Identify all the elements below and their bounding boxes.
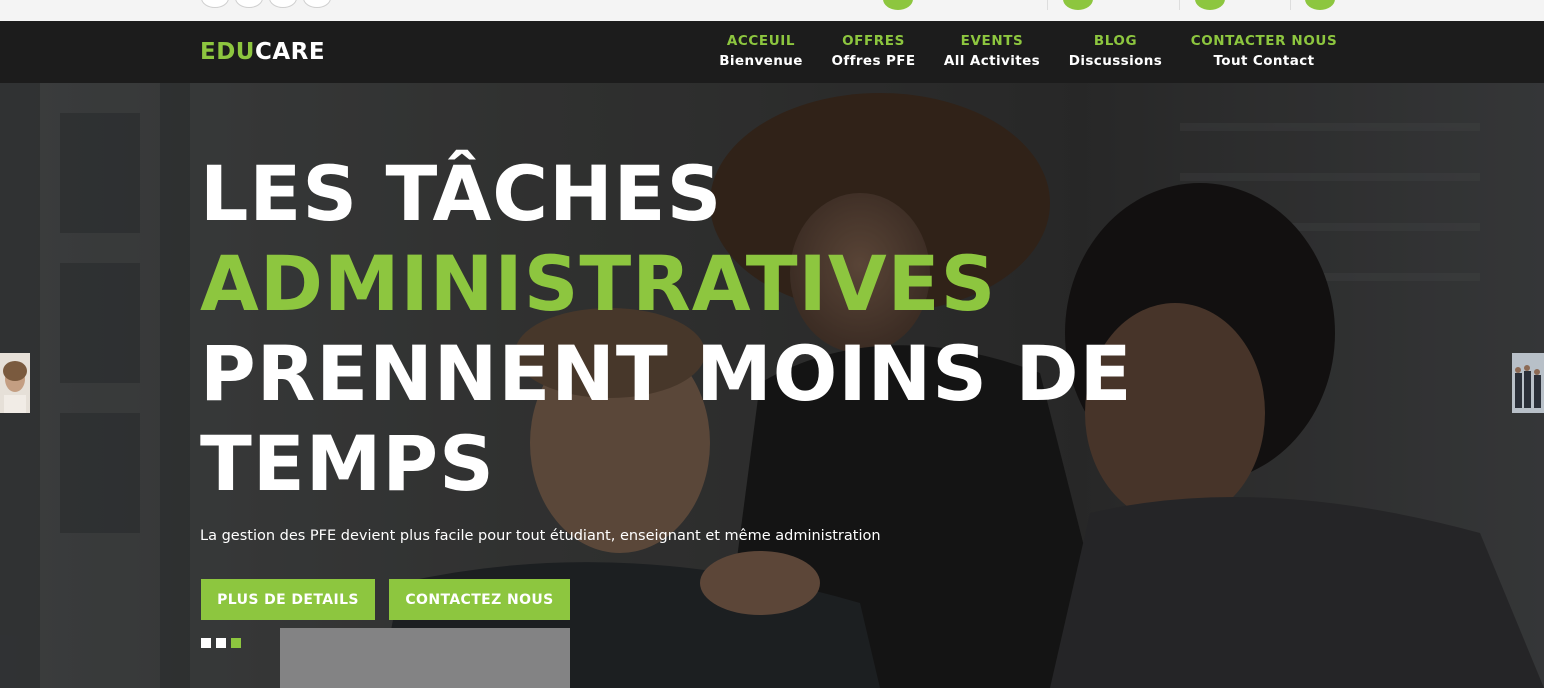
nav-title: ACCEUIL <box>726 33 796 49</box>
google-plus-icon[interactable] <box>303 0 331 8</box>
social-links <box>201 0 331 8</box>
next-slide-image <box>1512 353 1544 413</box>
twitter-icon[interactable] <box>235 0 263 8</box>
hero-title: LES TÂCHES ADMINISTRATIVES PRENNENT MOIN… <box>200 149 1133 509</box>
email-icon <box>883 0 913 10</box>
details-button[interactable]: PLUS DE DETAILS <box>201 579 375 620</box>
nav-subtitle: Discussions <box>1068 53 1163 69</box>
hero-title-line: TEMPS <box>200 419 495 508</box>
nav-item-acceuil[interactable]: ACCEUIL Bienvenue <box>715 32 807 72</box>
next-slide-thumbnail[interactable] <box>1512 353 1544 413</box>
email-info <box>883 0 913 10</box>
main-navbar: EDUCARE ACCEUIL Bienvenue OFFRES Offres … <box>0 21 1544 83</box>
hero-title-line: LES TÂCHES <box>200 149 723 238</box>
site-logo[interactable]: EDUCARE <box>200 39 325 65</box>
divider <box>1290 0 1291 10</box>
nav-item-offres[interactable]: OFFRES Offres PFE <box>826 32 921 72</box>
search-trigger[interactable] <box>1305 0 1335 10</box>
nav-item-contact[interactable]: CONTACTER NOUS Tout Contact <box>1184 32 1344 72</box>
nav-item-events[interactable]: EVENTS All Activites <box>939 32 1045 72</box>
search-icon[interactable] <box>1305 0 1335 10</box>
prev-slide-thumbnail[interactable] <box>0 353 30 413</box>
nav-subtitle: Bienvenue <box>719 53 803 69</box>
facebook-icon[interactable] <box>201 0 229 8</box>
hero-title-highlight: ADMINISTRATIVES <box>200 239 997 328</box>
nav-title: BLOG <box>1093 33 1138 49</box>
nav-item-blog[interactable]: BLOG Discussions <box>1064 32 1167 72</box>
logo-part-edu: EDU <box>200 39 255 65</box>
linkedin-icon[interactable] <box>269 0 297 8</box>
top-info-bar <box>0 0 1544 21</box>
slider-dot[interactable] <box>231 638 241 648</box>
hero-title-line: PRENNENT MOINS DE <box>200 329 1133 418</box>
slider-dot[interactable] <box>216 638 226 648</box>
hero-slider: LES TÂCHES ADMINISTRATIVES PRENNENT MOIN… <box>0 83 1544 688</box>
phone-icon <box>1063 0 1093 10</box>
nav-subtitle: Offres PFE <box>831 53 916 69</box>
hero-subtitle: La gestion des PFE devient plus facile p… <box>200 528 881 544</box>
hours-info <box>1195 0 1225 10</box>
phone-info <box>1063 0 1093 10</box>
divider <box>1179 0 1180 10</box>
nav-title: OFFRES <box>842 33 905 49</box>
logo-part-care: CARE <box>254 39 326 65</box>
nav-subtitle: Tout Contact <box>1213 53 1315 69</box>
contact-button[interactable]: CONTACTEZ NOUS <box>389 579 570 620</box>
slider-dot[interactable] <box>201 638 211 648</box>
nav-title: CONTACTER NOUS <box>1190 33 1338 49</box>
nav-subtitle: All Activites <box>943 53 1041 69</box>
slider-pagination <box>201 638 241 648</box>
clock-icon <box>1195 0 1225 10</box>
prev-slide-image <box>0 353 30 413</box>
divider <box>1047 0 1048 10</box>
nav-title: EVENTS <box>960 33 1024 49</box>
